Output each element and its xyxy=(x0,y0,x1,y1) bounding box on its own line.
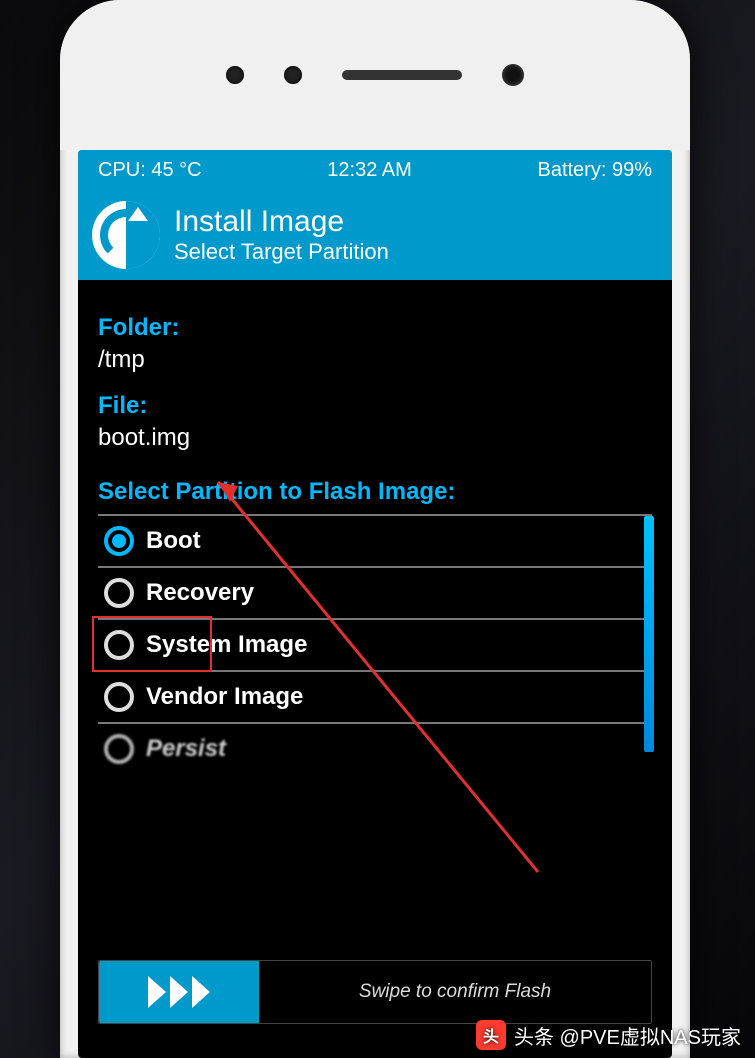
swipe-to-confirm[interactable]: Swipe to confirm Flash xyxy=(98,960,652,1024)
radio-icon xyxy=(104,734,134,764)
status-bar: CPU: 45 °C 12:32 AM Battery: 99% xyxy=(78,150,672,190)
file-value: boot.img xyxy=(98,424,652,452)
earpiece-speaker xyxy=(342,70,462,80)
page-subtitle: Select Target Partition xyxy=(174,239,389,265)
phone-bezel-top xyxy=(60,0,690,150)
app-header: Install Image Select Target Partition xyxy=(78,190,672,280)
toutiao-icon: 头 xyxy=(476,1020,506,1050)
phone-screen: CPU: 45 °C 12:32 AM Battery: 99% Install… xyxy=(78,150,672,1058)
status-time: 12:32 AM xyxy=(327,159,412,182)
photo-background: CPU: 45 °C 12:32 AM Battery: 99% Install… xyxy=(0,0,755,1058)
twrp-logo-icon xyxy=(92,201,160,269)
chevron-right-icon xyxy=(170,976,188,1008)
partition-section-title: Select Partition to Flash Image: xyxy=(98,478,652,506)
chevron-right-icon xyxy=(192,976,210,1008)
partition-option-recovery[interactable]: Recovery xyxy=(98,568,652,620)
partition-label: Boot xyxy=(146,527,201,555)
partition-label: Persist xyxy=(146,735,226,763)
watermark-text: 头条 @PVE虚拟NAS玩家 xyxy=(514,1021,741,1050)
partition-label: Recovery xyxy=(146,579,254,607)
partition-option-persist[interactable]: Persist xyxy=(98,724,652,774)
status-battery: Battery: 99% xyxy=(537,159,652,182)
status-cpu: CPU: 45 °C xyxy=(98,159,202,182)
watermark: 头 头条 @PVE虚拟NAS玩家 xyxy=(476,1020,741,1050)
phone-frame: CPU: 45 °C 12:32 AM Battery: 99% Install… xyxy=(60,0,690,1058)
partition-label: Vendor Image xyxy=(146,683,303,711)
partition-option-vendor-image[interactable]: Vendor Image xyxy=(98,672,652,724)
file-label: File: xyxy=(98,392,652,420)
partition-list[interactable]: Boot Recovery System Image Vendor Image xyxy=(98,514,652,774)
front-camera xyxy=(502,64,524,86)
folder-label: Folder: xyxy=(98,314,652,342)
radio-icon xyxy=(104,578,134,608)
partition-label: System Image xyxy=(146,631,307,659)
partition-option-boot[interactable]: Boot xyxy=(98,516,652,568)
chevron-right-icon xyxy=(148,976,166,1008)
sensor-dot xyxy=(284,66,302,84)
content-area: Folder: /tmp File: boot.img Select Parti… xyxy=(78,280,672,1058)
radio-icon xyxy=(104,630,134,660)
swipe-label: Swipe to confirm Flash xyxy=(259,981,651,1003)
swipe-handle[interactable] xyxy=(99,961,259,1023)
radio-icon xyxy=(104,526,134,556)
sensor-dot xyxy=(226,66,244,84)
radio-icon xyxy=(104,682,134,712)
page-title: Install Image xyxy=(174,205,389,239)
partition-option-system-image[interactable]: System Image xyxy=(98,620,652,672)
folder-value: /tmp xyxy=(98,346,652,374)
